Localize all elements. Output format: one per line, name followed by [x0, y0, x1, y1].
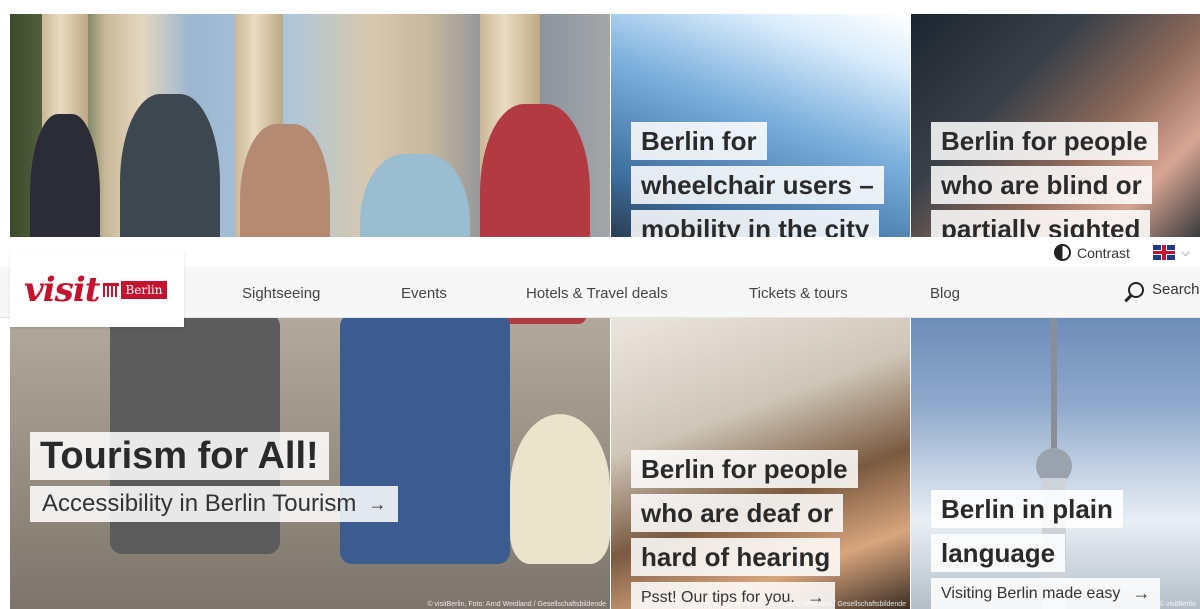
tile-line: wheelchair users – [631, 166, 884, 204]
tile-link[interactable]: Visiting Berlin made easy → [931, 578, 1161, 609]
tile-line: who are blind or [931, 166, 1152, 204]
nav-item-events[interactable]: Events [401, 285, 447, 302]
hero-title: Tourism for All! [30, 432, 329, 480]
search-icon [1128, 281, 1144, 298]
tile-plain-language[interactable]: Berlin in plain language Visiting Berlin… [911, 318, 1200, 609]
logo-berlin-text: Berlin [121, 280, 167, 299]
contrast-label: Contrast [1077, 244, 1130, 261]
tile-line: partially sighted [931, 210, 1151, 237]
hero-caption: Tourism for All! Accessibility in Berlin… [30, 432, 399, 522]
nav-item-tickets[interactable]: Tickets & tours [749, 285, 848, 302]
tile-caption: Berlin in plain language Visiting Berlin… [931, 490, 1161, 609]
nav-item-blog[interactable]: Blog [930, 285, 960, 302]
photo-credit: © visitBerlin, Foto: Arnd Weidland / Ges… [427, 601, 606, 608]
hero-subtitle: Accessibility in Berlin Tourism [42, 490, 357, 517]
tv-tower-antenna [1051, 318, 1057, 468]
site-logo[interactable]: visit Berlin [10, 252, 184, 327]
tile-blind[interactable]: Berlin for people who are blind or parti… [911, 14, 1200, 237]
tile-caption: Berlin for wheelchair users – mobility i… [631, 122, 884, 237]
hero-link[interactable]: Accessibility in Berlin Tourism → [30, 486, 399, 522]
tile-line: hard of hearing [631, 538, 841, 576]
nav-item-hotels[interactable]: Hotels & Travel deals [526, 285, 668, 302]
tile-line: who are deaf or [631, 494, 844, 532]
tile-line: mobility in the city [631, 210, 880, 237]
tile-subtitle: Visiting Berlin made easy [941, 584, 1121, 602]
tile-line: Berlin for people [631, 450, 858, 488]
contrast-icon [1054, 244, 1071, 261]
tile-line: Berlin for [631, 122, 767, 160]
search-label: Search [1152, 281, 1200, 298]
guide-dog [510, 414, 610, 564]
tile-line: Berlin for people [931, 122, 1158, 160]
photo-credit: © visitBerlin, Foto: Arnd Weidland / Ges… [727, 601, 906, 608]
language-select[interactable]: ⌵ [1153, 245, 1190, 260]
tile-line: Berlin in plain [931, 490, 1123, 528]
search-button[interactable]: Search [1128, 281, 1200, 298]
arrow-right-icon: → [1132, 583, 1151, 603]
chevron-down-icon: ⌵ [1181, 245, 1191, 259]
logo-visit-text: visit [24, 269, 100, 310]
uk-flag-icon [1153, 245, 1175, 260]
contrast-toggle[interactable]: Contrast [1054, 244, 1130, 261]
arrow-right-icon: → [368, 493, 387, 514]
tile-deaf[interactable]: Berlin for people who are deaf or hard o… [611, 318, 910, 609]
tile-wheelchair[interactable]: Berlin for wheelchair users – mobility i… [611, 14, 910, 237]
tile-caption: Berlin for people who are blind or parti… [931, 122, 1158, 237]
brandenburg-gate-icon [103, 282, 120, 297]
tile-caption: Berlin for people who are deaf or hard o… [631, 450, 858, 609]
tile-line: language [931, 534, 1066, 572]
photo-credit: © visitBerlin [1158, 601, 1196, 608]
nav-item-sightseeing[interactable]: Sightseeing [242, 285, 320, 302]
